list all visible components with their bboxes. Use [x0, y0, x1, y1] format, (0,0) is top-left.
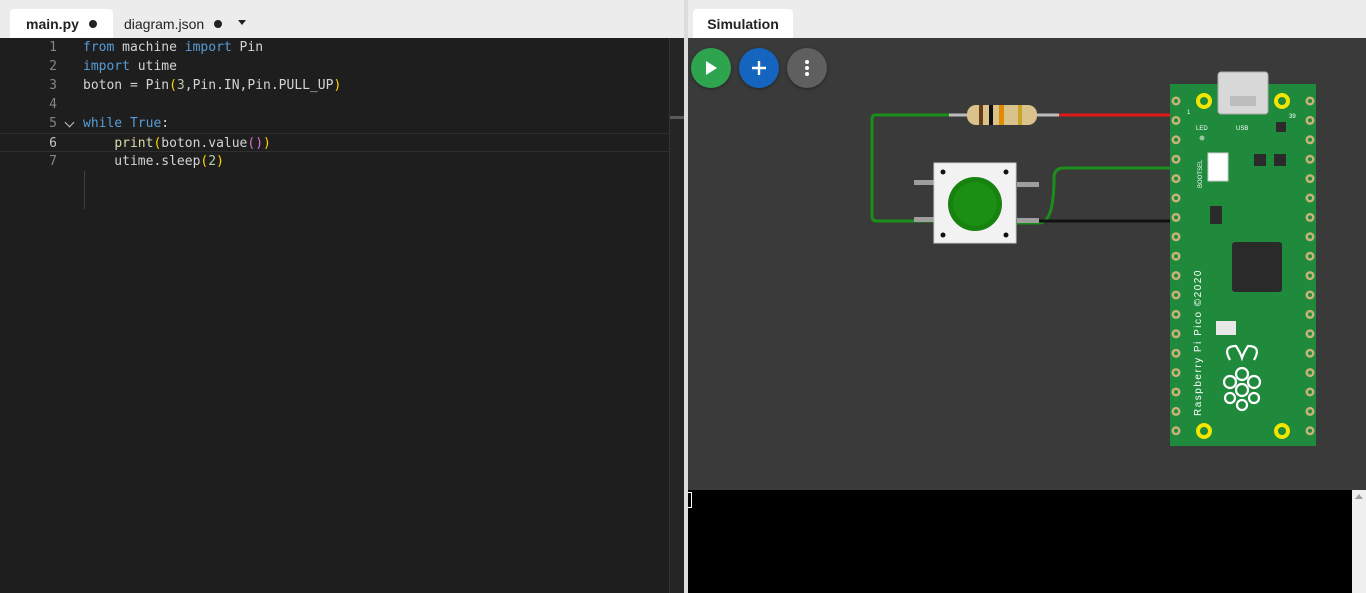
pin-39-label: 39	[1289, 114, 1296, 120]
pane-divider[interactable]	[684, 0, 688, 593]
scroll-position-marker	[670, 116, 684, 119]
pico-pin-hole	[1308, 351, 1312, 356]
pico-pin-hole	[1308, 293, 1312, 297]
serial-scrollbar[interactable]	[1352, 490, 1366, 593]
line-number: 5	[49, 116, 57, 131]
pico-pin-hole	[1174, 234, 1178, 239]
line-number: 1	[49, 40, 57, 55]
code-text: from machine import Pin	[83, 40, 264, 55]
unsaved-dot-icon	[88, 19, 97, 28]
simulation-tab-bar: Simulation	[684, 0, 1366, 38]
pico-pin-hole	[1174, 351, 1178, 356]
pico-pin-hole	[1308, 157, 1312, 162]
pico-pin-hole	[1174, 273, 1178, 278]
green-wire	[1017, 166, 1184, 225]
line-number: 6	[49, 136, 57, 151]
pico-pin-hole	[1308, 118, 1312, 123]
pico-pin-hole	[1174, 99, 1178, 103]
more-options-button[interactable]	[787, 48, 827, 88]
start-simulation-button[interactable]	[691, 48, 731, 88]
pico-pin-hole	[1308, 312, 1312, 317]
code-line[interactable]: 7 utime.sleep(2)	[0, 152, 669, 171]
pico-pin-hole	[1174, 215, 1178, 220]
play-icon	[706, 61, 717, 75]
code-line[interactable]: 4	[0, 95, 669, 114]
pico-pin-hole	[1174, 196, 1178, 200]
usb-label: USB	[1236, 126, 1248, 132]
tab-label: main.py	[26, 15, 79, 32]
circuit-diagram: LED USB 1 39 BOOTSEL Raspberry Pi Pico ©…	[870, 71, 1316, 446]
line-number: 7	[49, 154, 57, 169]
simulation-canvas[interactable]: LED USB 1 39 BOOTSEL Raspberry Pi Pico ©…	[684, 38, 1366, 490]
led-label: LED	[1196, 126, 1208, 132]
line-number: 3	[49, 78, 57, 93]
editor-tab-bar: main.py diagram.json	[0, 0, 684, 38]
pico-pin-hole	[1174, 428, 1178, 433]
pico-pin-hole	[1174, 312, 1178, 317]
tab-main-py[interactable]: main.py	[10, 9, 113, 38]
pico-pin-hole	[1308, 99, 1312, 103]
pico-pin-hole	[1174, 331, 1178, 336]
pico-pin-hole	[1308, 196, 1312, 200]
code-line[interactable]: 5 while True:	[0, 114, 669, 133]
pico-pin-hole	[1174, 293, 1178, 297]
code-line[interactable]: 1 from machine import Pin	[0, 38, 669, 57]
pico-pin-hole	[1308, 254, 1312, 259]
pushbutton[interactable]	[914, 162, 1039, 244]
line-number: 4	[49, 97, 57, 112]
pico-pin-hole	[1308, 428, 1312, 433]
indent-guide	[84, 171, 85, 209]
pico-pin-hole	[1174, 254, 1178, 259]
pico-pin-hole	[1308, 273, 1312, 278]
pico-pin-hole	[1308, 409, 1312, 414]
pico-pin-hole	[1174, 157, 1178, 162]
resistor[interactable]	[949, 105, 1059, 125]
fold-chevron-icon[interactable]	[64, 117, 75, 128]
pico-pin-hole	[1174, 409, 1178, 414]
code-line[interactable]: 3 boton = Pin(3,Pin.IN,Pin.PULL_UP)	[0, 76, 669, 95]
pico-pin-hole	[1308, 176, 1312, 181]
pico-pin-hole	[1308, 390, 1312, 394]
scroll-up-arrow-icon[interactable]	[1355, 494, 1363, 499]
pico-pin-hole	[1174, 370, 1178, 375]
pico-pin-hole	[1174, 118, 1178, 123]
plus-icon	[752, 61, 766, 75]
tab-simulation[interactable]: Simulation	[693, 9, 793, 38]
pico-pin-hole	[1174, 137, 1178, 142]
pico-pin-hole	[1308, 234, 1312, 239]
pico-pin-hole	[1174, 390, 1178, 394]
pico-pin-hole	[1308, 215, 1312, 220]
code-text: import utime	[83, 59, 177, 74]
board-name-label: Raspberry Pi Pico ©2020	[1193, 269, 1204, 416]
line-number: 2	[49, 59, 57, 74]
unsaved-dot-icon	[214, 19, 223, 28]
add-part-button[interactable]	[739, 48, 779, 88]
code-text: print(boton.value())	[114, 136, 271, 151]
pico-pin-hole	[1308, 137, 1312, 142]
more-vertical-icon	[805, 60, 809, 76]
code-text: utime.sleep(2)	[83, 154, 224, 169]
code-area[interactable]: 1 from machine import Pin 2 import utime…	[0, 38, 669, 593]
caret-down-icon	[238, 19, 246, 25]
raspberry-pi-pico-board[interactable]: LED USB 1 39 BOOTSEL Raspberry Pi Pico ©…	[1170, 71, 1316, 446]
pico-pin-hole	[1308, 370, 1312, 375]
tab-diagram-json[interactable]: diagram.json	[108, 9, 238, 38]
code-text: while True:	[83, 116, 170, 131]
code-line-current[interactable]: 6 print(boton.value())	[0, 133, 669, 152]
tab-label: diagram.json	[124, 15, 205, 32]
code-text: boton = Pin(3,Pin.IN,Pin.PULL_UP)	[83, 78, 342, 93]
bootsel-label: BOOTSEL	[1198, 159, 1204, 188]
editor-scrollbar[interactable]	[669, 38, 684, 593]
serial-monitor[interactable]	[684, 490, 1366, 593]
code-line[interactable]: 2 import utime	[0, 57, 669, 76]
code-editor-pane: main.py diagram.json 1 from machine impo…	[0, 0, 684, 593]
pico-pin-hole	[1308, 331, 1312, 336]
tabs-dropdown-button[interactable]	[232, 11, 252, 33]
pico-pin-hole	[1174, 176, 1178, 181]
simulation-pane: Simulation LED USB 1 39 BOOTSEL Raspberr…	[684, 0, 1366, 593]
